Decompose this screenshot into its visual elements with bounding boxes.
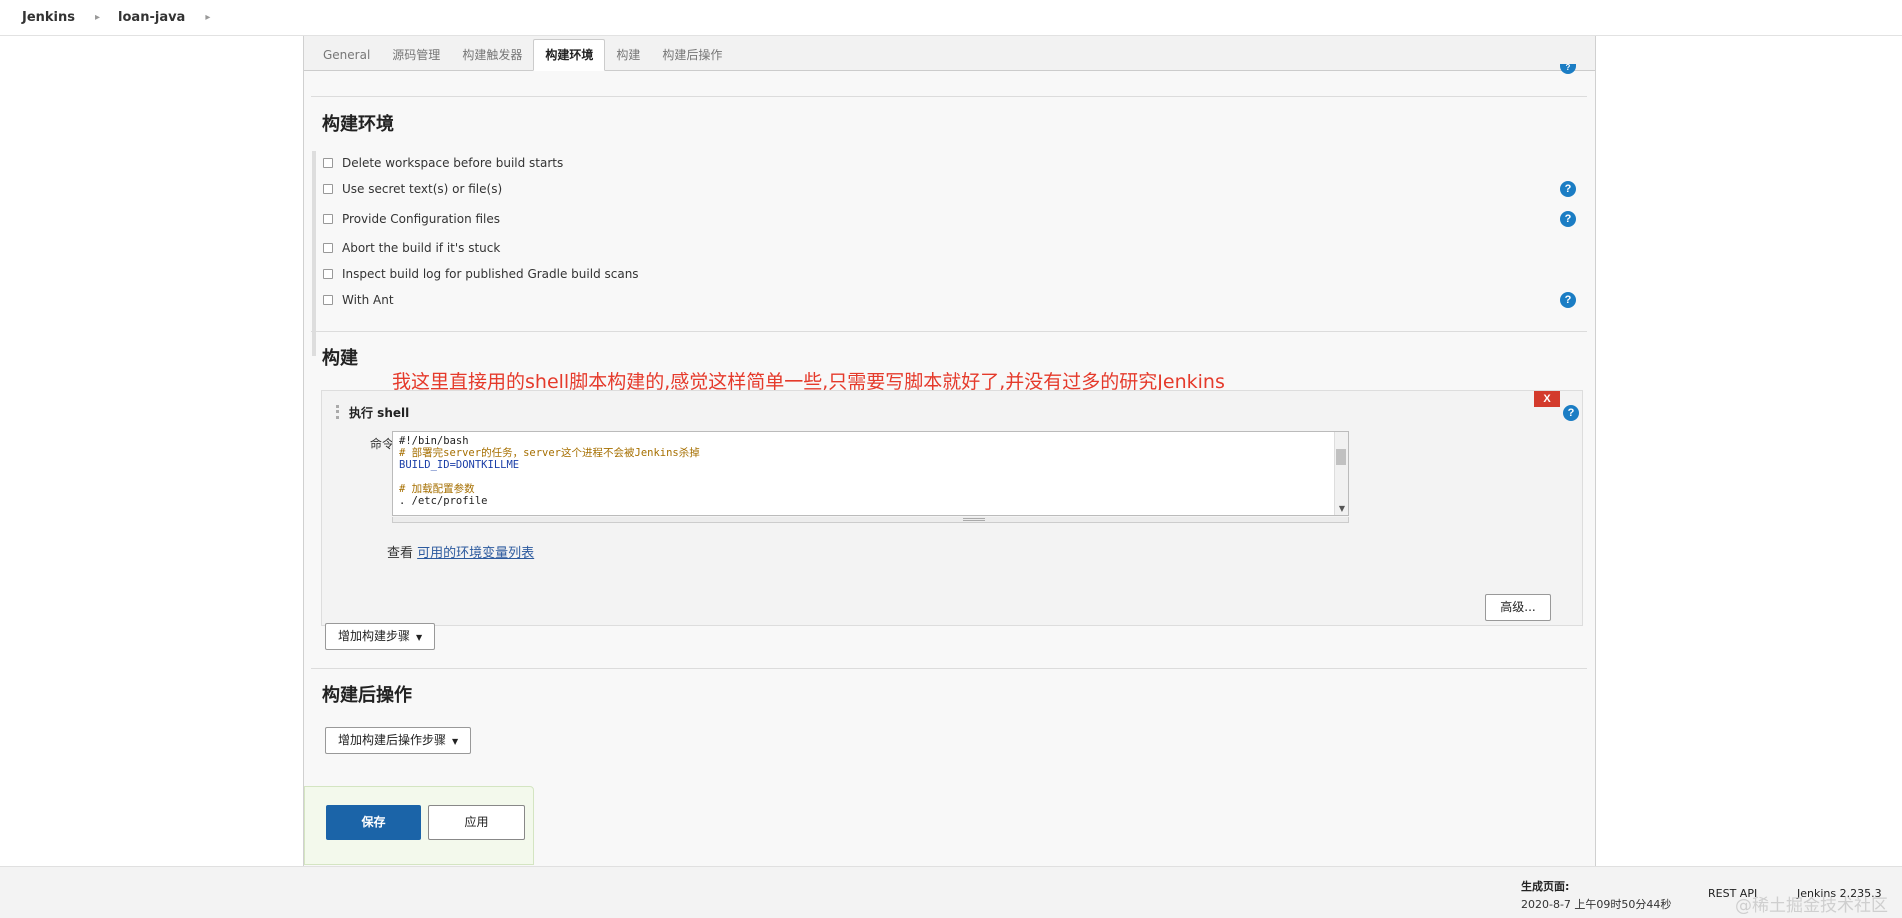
step-title: 执行 shell xyxy=(349,406,410,420)
add-post-build-step-button[interactable]: 增加构建后操作步骤 ▼ xyxy=(325,727,472,754)
breadcrumb-item-jenkins[interactable]: Jenkins ▸ xyxy=(0,10,100,25)
env-vars-link[interactable]: 可用的环境变量列表 xyxy=(417,546,534,561)
config-panel: General 源码管理 构建触发器 构建环境 构建 构建后操作 ? 构建环境 … xyxy=(303,36,1596,866)
tab-scm[interactable]: 源码管理 xyxy=(381,41,451,70)
tab-post-build[interactable]: 构建后操作 xyxy=(651,41,733,70)
build-title: 构建 xyxy=(322,348,358,369)
section-divider xyxy=(311,331,1587,332)
scrollbar-thumb[interactable] xyxy=(1336,449,1346,465)
checkbox[interactable] xyxy=(323,214,333,224)
save-bar: 保存 应用 xyxy=(304,786,534,865)
checkbox[interactable] xyxy=(323,295,333,305)
checkbox[interactable] xyxy=(323,243,333,253)
editor-resize-handle[interactable] xyxy=(392,517,1349,523)
button-label: 增加构建步骤 xyxy=(338,629,411,643)
option-secret-text[interactable]: Use secret text(s) or file(s) xyxy=(323,182,502,196)
help-icon[interactable]: ? xyxy=(1560,181,1576,197)
env-vars-row: 查看 可用的环境变量列表 xyxy=(387,542,534,561)
chevron-right-icon[interactable]: ▸ xyxy=(205,12,210,23)
code-line: # 部署完server的任务，server这个进程不会被Jenkins杀掉 xyxy=(399,447,700,459)
checkbox[interactable] xyxy=(323,269,333,279)
caret-down-icon: ▼ xyxy=(416,633,423,642)
tab-build-environment[interactable]: 构建环境 xyxy=(533,39,606,71)
config-tabs: General 源码管理 构建触发器 构建环境 构建 构建后操作 xyxy=(304,36,1595,71)
code-line: # 加载配置参数 xyxy=(399,483,475,495)
breadcrumb-item-job[interactable]: loan-java ▸ xyxy=(100,10,210,25)
generated-time: 2020-8-7 上午09时50分44秒 xyxy=(1521,898,1672,911)
code-content[interactable]: #!/bin/bash # 部署完server的任务，server这个进程不会被J… xyxy=(393,432,1348,515)
help-icon[interactable]: ? xyxy=(1560,64,1576,74)
caret-down-icon: ▼ xyxy=(452,737,459,746)
watermark: @稀土掘金技术社区 xyxy=(1735,896,1888,916)
button-label: 增加构建后操作步骤 xyxy=(338,733,447,747)
add-build-step-button[interactable]: 增加构建步骤 ▼ xyxy=(325,623,436,650)
option-label: Inspect build log for published Gradle b… xyxy=(342,267,639,281)
tab-triggers[interactable]: 构建触发器 xyxy=(451,41,533,70)
command-editor[interactable]: #!/bin/bash # 部署完server的任务，server这个进程不会被J… xyxy=(392,431,1349,516)
advanced-button[interactable]: 高级... xyxy=(1485,594,1551,621)
build-environment-title: 构建环境 xyxy=(322,114,394,135)
option-abort-stuck[interactable]: Abort the build if it's stuck xyxy=(323,241,500,255)
option-label: Delete workspace before build starts xyxy=(342,156,564,170)
help-icon[interactable]: ? xyxy=(1563,405,1579,421)
option-label: Provide Configuration files xyxy=(342,212,501,226)
breadcrumb-label: Jenkins xyxy=(22,10,76,25)
option-label: Use secret text(s) or file(s) xyxy=(342,182,503,196)
code-line: #!/bin/bash xyxy=(399,435,469,447)
help-icon[interactable]: ? xyxy=(1560,211,1576,227)
help-icon[interactable]: ? xyxy=(1560,292,1576,308)
command-label: 命令 xyxy=(370,437,395,451)
code-line: BUILD_ID=DONTKILLME xyxy=(399,459,520,471)
option-label: Abort the build if it's stuck xyxy=(342,241,501,255)
post-build-title: 构建后操作 xyxy=(322,685,412,706)
option-config-files[interactable]: Provide Configuration files xyxy=(323,212,500,226)
apply-button[interactable]: 应用 xyxy=(428,805,525,840)
scroll-down-icon[interactable]: ▼ xyxy=(1339,504,1345,513)
checkbox[interactable] xyxy=(323,184,333,194)
code-line: . /etc/profile xyxy=(399,495,488,507)
env-prefix: 查看 xyxy=(387,546,414,561)
breadcrumb: Jenkins ▸ loan-java ▸ xyxy=(0,0,1902,36)
option-group-bar xyxy=(312,151,316,356)
save-button[interactable]: 保存 xyxy=(326,805,421,840)
breadcrumb-label: loan-java xyxy=(118,10,186,25)
section-divider xyxy=(311,96,1587,97)
scrollbar[interactable]: ▼ xyxy=(1334,432,1348,515)
generated-label: 生成页面: xyxy=(1521,880,1570,893)
option-label: With Ant xyxy=(342,293,394,307)
section-divider xyxy=(311,668,1587,669)
grip-icon xyxy=(963,518,985,521)
delete-step-button[interactable]: X xyxy=(1534,391,1560,407)
checkbox[interactable] xyxy=(323,158,333,168)
option-with-ant[interactable]: With Ant xyxy=(323,293,394,307)
tab-build[interactable]: 构建 xyxy=(605,41,651,70)
build-step-shell: 执行 shell X 命令 #!/bin/bash # 部署完server的任务，… xyxy=(321,390,1583,626)
tab-general[interactable]: General xyxy=(312,41,381,70)
drag-handle-icon[interactable] xyxy=(336,405,342,419)
option-gradle-scans[interactable]: Inspect build log for published Gradle b… xyxy=(323,267,639,281)
option-delete-workspace[interactable]: Delete workspace before build starts xyxy=(323,156,563,170)
page-footer: 生成页面: 2020-8-7 上午09时50分44秒 REST API Jenk… xyxy=(0,866,1902,918)
